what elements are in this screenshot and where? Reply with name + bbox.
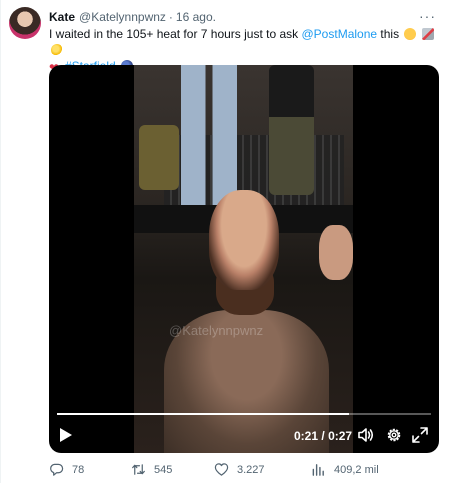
video-progress-fill — [57, 413, 349, 415]
mention-link[interactable]: @PostMalone — [302, 27, 378, 41]
more-options-icon[interactable]: ··· — [419, 8, 436, 24]
tweet-text-end: this — [377, 27, 400, 41]
backpack — [139, 125, 179, 190]
views-chart-icon — [312, 464, 324, 476]
reply-button[interactable]: 78 — [49, 462, 84, 477]
retweet-button[interactable]: 545 — [131, 462, 172, 477]
author-handle[interactable]: @Katelynnpwnz — [79, 10, 166, 24]
tweet-header: Kate @Katelynnpwnz · 16 ago. — [49, 9, 216, 25]
reply-count: 78 — [72, 463, 85, 476]
separator-dot: · — [168, 10, 173, 24]
video-watermark: @Katelynnpwnz — [169, 323, 264, 338]
background-person — [269, 65, 314, 195]
views-button[interactable]: 409,2 mil — [311, 462, 379, 477]
play-icon[interactable] — [59, 427, 73, 443]
tweet-text-start: I waited in the 105+ heat for 7 hours ju… — [49, 27, 302, 41]
video-progress-bar[interactable] — [57, 413, 431, 415]
like-count: 3.227 — [237, 463, 265, 476]
author-name[interactable]: Kate — [49, 10, 75, 24]
tweet[interactable]: Kate @Katelynnpwnz · 16 ago. ··· I waite… — [0, 0, 450, 483]
avatar[interactable] — [9, 7, 41, 39]
tweet-date[interactable]: 16 ago. — [176, 10, 216, 24]
grinning-face-emoji-icon — [404, 28, 417, 40]
views-count: 409,2 mil — [334, 463, 379, 476]
heart-icon — [214, 463, 229, 476]
dizzy-emoji-icon — [51, 44, 63, 56]
settings-gear-icon[interactable] — [385, 426, 403, 444]
tweet-actions: 78 545 3.227 409,2 mil — [49, 462, 444, 480]
fullscreen-icon[interactable] — [411, 426, 429, 444]
subject-hand — [319, 225, 353, 280]
time-current: 0:21 — [294, 429, 319, 443]
rocket-emoji-icon — [421, 28, 434, 40]
video-player[interactable]: @Katelynnpwnz 0:21 / 0:27 — [49, 65, 439, 453]
time-separator: / — [321, 429, 325, 443]
retweet-count: 545 — [154, 463, 173, 476]
video-frame[interactable]: @Katelynnpwnz — [134, 65, 353, 453]
retweet-icon — [132, 464, 145, 475]
volume-icon[interactable] — [357, 426, 375, 444]
subject-head — [209, 190, 279, 290]
time-total: 0:27 — [328, 429, 353, 443]
like-button[interactable]: 3.227 — [214, 462, 265, 477]
video-time: 0:21 / 0:27 — [294, 429, 352, 443]
reply-icon — [50, 463, 64, 476]
